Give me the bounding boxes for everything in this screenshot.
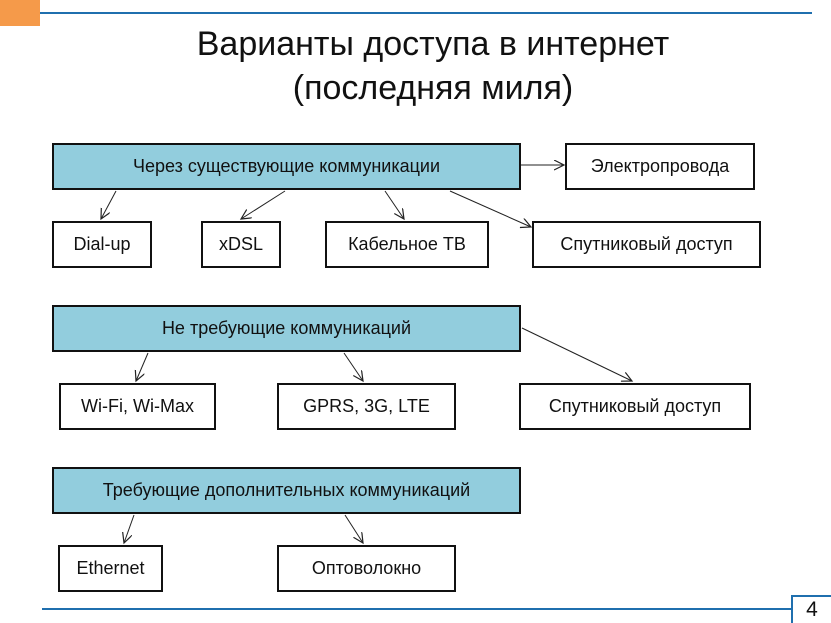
item-gprs-3g-lte: GPRS, 3G, LTE	[277, 383, 456, 430]
bottom-divider	[42, 608, 792, 610]
page-number: 4	[791, 595, 831, 623]
category-no-communications: Не требующие коммуникаций	[52, 305, 521, 352]
arrow-to-xdsl	[241, 190, 286, 219]
arrow-to-optovolokno	[344, 514, 363, 543]
item-dialup: Dial-up	[52, 221, 152, 268]
arrow-to-cable-tv	[384, 190, 404, 219]
category-additional-communications: Требующие дополнительных коммуникаций	[52, 467, 521, 514]
arrow-to-ethernet	[124, 514, 135, 543]
arrow-to-gprs	[343, 352, 363, 381]
category-existing-communications: Через существующие коммуникации	[52, 143, 521, 190]
item-satellite-access-1: Спутниковый доступ	[532, 221, 761, 268]
arrow-to-dialup	[101, 190, 117, 219]
arrow-to-wifi	[136, 352, 149, 381]
item-cable-tv: Кабельное ТВ	[325, 221, 489, 268]
item-xdsl: xDSL	[201, 221, 281, 268]
item-wifi-wimax: Wi-Fi, Wi-Max	[59, 383, 216, 430]
item-optovolokno: Оптоволокно	[277, 545, 456, 592]
item-elektroprovoda: Электропровода	[565, 143, 755, 190]
item-satellite-access-2: Спутниковый доступ	[519, 383, 751, 430]
arrow-to-satellite-2	[521, 327, 632, 381]
item-ethernet: Ethernet	[58, 545, 163, 592]
